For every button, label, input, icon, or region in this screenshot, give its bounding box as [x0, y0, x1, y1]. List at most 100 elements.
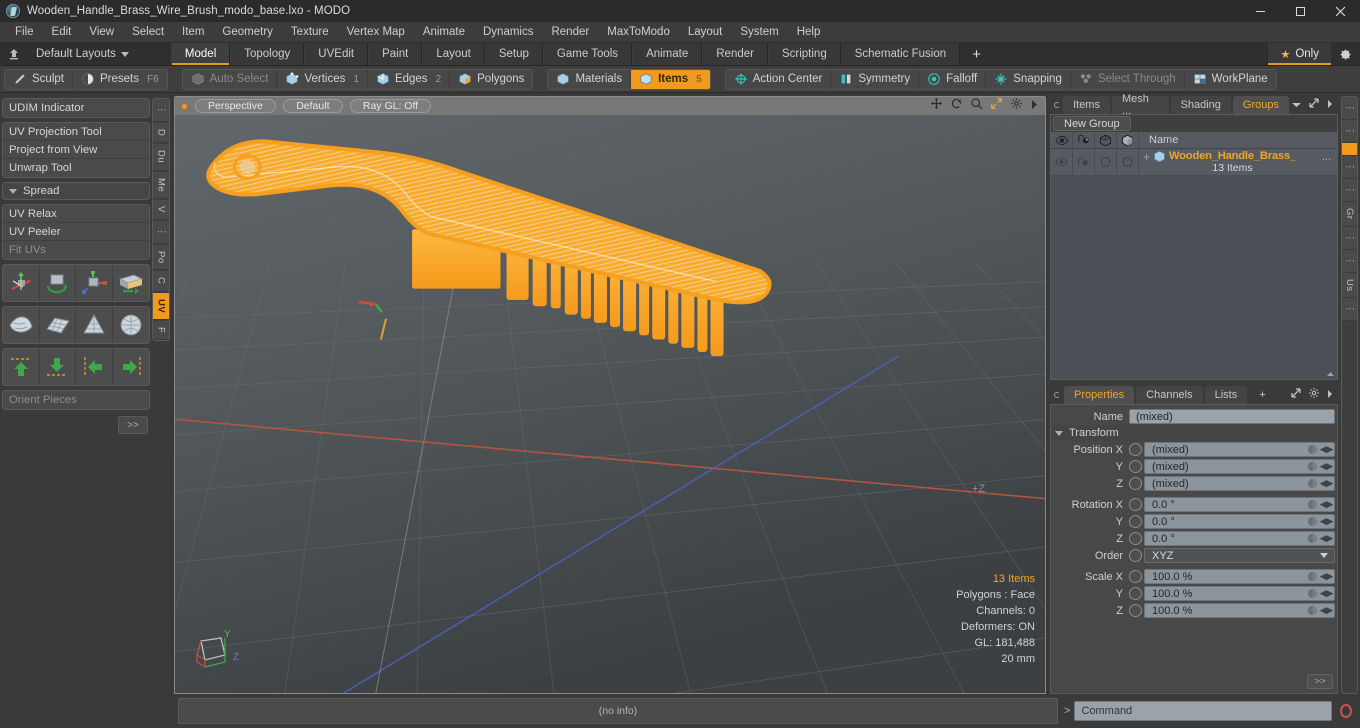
group-tree-scroll-indicator[interactable] [1051, 369, 1337, 379]
tool-uv-projection[interactable]: UV Projection Tool [3, 123, 149, 141]
menu-file[interactable]: File [6, 24, 43, 40]
right-vtab-user[interactable]: Us [1342, 272, 1357, 299]
items-button[interactable]: Items 5 [631, 69, 710, 89]
uv-move-axis-icon[interactable] [3, 265, 40, 301]
menu-texture[interactable]: Texture [282, 24, 338, 40]
tool-orient-pieces[interactable]: Orient Pieces [3, 391, 149, 409]
property-stepper[interactable]: ◀▶ [1319, 476, 1334, 491]
left-vtab-mesh[interactable]: Me [153, 171, 169, 199]
property-value[interactable]: 0.0 ° [1145, 516, 1306, 528]
uv-sphere-grid-icon[interactable] [112, 307, 149, 343]
only-toggle[interactable]: ★ Only [1267, 43, 1331, 65]
tool-uv-peeler[interactable]: UV Peeler [3, 223, 149, 241]
left-vtab-duplicate[interactable]: Du [153, 144, 169, 171]
menu-view[interactable]: View [80, 24, 123, 40]
property-stepper[interactable]: ◀▶ [1319, 497, 1334, 512]
tool-udim-indicator[interactable]: UDIM Indicator [3, 99, 149, 117]
section-spread[interactable]: Spread [2, 182, 150, 200]
channel-link-toggle[interactable] [1129, 532, 1142, 545]
property-value[interactable]: 100.0 % [1145, 588, 1306, 600]
right-vtab-6[interactable]: ⋮ [1342, 226, 1357, 250]
property-value[interactable]: 100.0 % [1145, 605, 1306, 617]
left-vtab-f[interactable]: F [153, 320, 169, 341]
left-vtab-curve[interactable]: C [153, 271, 169, 292]
workplane-button[interactable]: WorkPlane [1184, 69, 1276, 89]
action-center-button[interactable]: Action Center [725, 69, 832, 89]
falloff-button[interactable]: Falloff [919, 69, 987, 89]
tool-project-from-view[interactable]: Project from View [3, 141, 149, 159]
uv-rotate-icon[interactable] [39, 265, 76, 301]
tab-paint[interactable]: Paint [368, 43, 423, 65]
left-vtab-polygon[interactable]: Po [153, 244, 169, 271]
polygons-button[interactable]: Polygons [450, 69, 533, 89]
presets-button[interactable]: Presets F6 [72, 69, 167, 89]
tab-topology[interactable]: Topology [230, 43, 305, 65]
tab-items[interactable]: Items [1063, 96, 1110, 114]
channel-link-toggle[interactable] [1129, 515, 1142, 528]
auto-select-button[interactable]: Auto Select [182, 69, 278, 89]
default-layouts-dropdown[interactable]: Default Layouts [30, 48, 135, 60]
right-vtab-groups[interactable]: Gr [1342, 202, 1357, 227]
panel-arrow-icon[interactable] [1326, 386, 1334, 404]
uv-cone-icon[interactable] [76, 307, 113, 343]
row-expand-toggle[interactable]: + [1143, 150, 1150, 164]
group-tree-empty-area[interactable] [1051, 176, 1337, 369]
vertices-button[interactable]: Vertices 1 [277, 69, 368, 89]
gear-icon[interactable] [1308, 386, 1320, 404]
property-value[interactable]: 100.0 % [1145, 571, 1306, 583]
expand-panel-icon[interactable] [1308, 96, 1320, 114]
symmetry-button[interactable]: Symmetry [831, 69, 920, 89]
tab-model[interactable]: Model [170, 43, 231, 65]
panel-arrow-icon[interactable] [1326, 96, 1334, 114]
tab-render[interactable]: Render [702, 43, 768, 65]
tab-channels[interactable]: Channels [1136, 386, 1203, 404]
right-vtab-7[interactable]: ⋮ [1342, 249, 1357, 273]
right-vtab-9[interactable]: ⋮ [1342, 298, 1357, 322]
fit-view-icon[interactable] [990, 97, 1003, 115]
left-vtab-0[interactable]: ⋮ [153, 99, 169, 122]
home-up-icon[interactable] [6, 46, 22, 62]
viewport-more-icon[interactable] [1030, 97, 1039, 115]
tool-fit-uvs[interactable]: Fit UVs [3, 241, 149, 259]
menu-edit[interactable]: Edit [43, 24, 81, 40]
tool-unwrap[interactable]: Unwrap Tool [3, 159, 149, 177]
transform-section-header[interactable]: Transform [1051, 425, 1337, 441]
channel-link-toggle[interactable] [1129, 570, 1142, 583]
tab-properties[interactable]: Properties [1064, 386, 1135, 404]
left-vtab-5[interactable]: ⋮ [153, 220, 169, 244]
property-stepper[interactable]: ◀▶ [1319, 459, 1334, 474]
viewport-raygl-dropdown[interactable]: Ray GL: Off [349, 99, 432, 113]
snapping-button[interactable]: Snapping [986, 69, 1071, 89]
row-render-toggle[interactable] [1073, 149, 1095, 175]
uv-fit-icon[interactable] [3, 307, 40, 343]
right-vtab-4[interactable]: ⋮ [1342, 179, 1357, 202]
zoom-view-icon[interactable] [970, 97, 983, 115]
maximize-icon[interactable] [1280, 0, 1320, 22]
right-vtab-1[interactable]: ⋮ [1342, 120, 1357, 143]
left-vtab-uv[interactable]: UV [153, 292, 169, 320]
channel-link-toggle[interactable] [1129, 549, 1142, 562]
align-right-icon[interactable] [112, 349, 149, 385]
property-value[interactable]: (mixed) [1145, 461, 1306, 473]
channel-link-toggle[interactable] [1129, 443, 1142, 456]
menu-help[interactable]: Help [788, 24, 830, 40]
left-vtab-vertex[interactable]: V [153, 199, 169, 220]
property-stepper[interactable]: ◀▶ [1319, 531, 1334, 546]
move-view-icon[interactable] [930, 97, 943, 115]
materials-button[interactable]: Materials [548, 69, 632, 89]
left-panel-more-button[interactable]: >> [118, 416, 148, 434]
menu-dynamics[interactable]: Dynamics [474, 24, 542, 40]
viewport-shading-dropdown[interactable]: Default [282, 99, 343, 113]
panel-menu-icon[interactable] [1050, 96, 1063, 114]
tab-uvedit[interactable]: UVEdit [304, 43, 369, 65]
left-vtab-deform[interactable]: D [153, 123, 169, 144]
viewport-gear-icon[interactable] [1010, 97, 1023, 115]
rotate-view-icon[interactable] [950, 97, 963, 115]
property-stepper[interactable]: ◀▶ [1319, 586, 1334, 601]
channel-link-toggle[interactable] [1129, 587, 1142, 600]
channel-link-toggle[interactable] [1129, 460, 1142, 473]
tab-layout[interactable]: Layout [422, 43, 485, 65]
property-stepper[interactable]: ◀▶ [1319, 569, 1334, 584]
property-stepper[interactable]: ◀▶ [1319, 514, 1334, 529]
viewport-projection-dropdown[interactable]: Perspective [195, 99, 276, 113]
